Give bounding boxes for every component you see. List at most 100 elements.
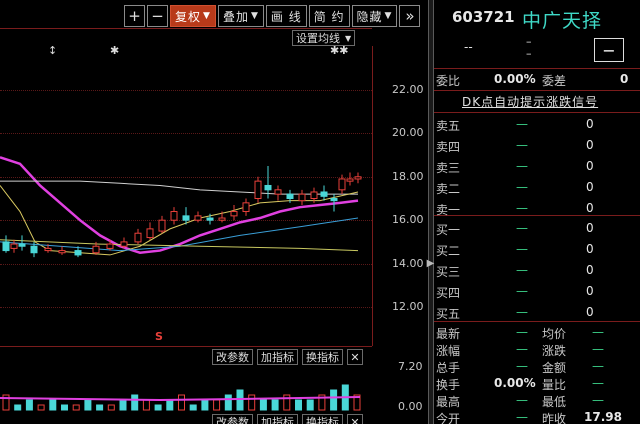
volume-bar [107, 404, 115, 411]
volume-bar [25, 399, 33, 411]
sell-level-label: 卖一 [436, 203, 461, 217]
buy-row[interactable]: 买一 — 0 [434, 220, 640, 238]
overlay-label: 叠加 [222, 9, 249, 24]
sell-volume: 0 [586, 180, 594, 194]
fuquan-button[interactable]: 复权 ▼ [170, 5, 216, 27]
candle-body [254, 180, 262, 199]
switch-indicator-button[interactable]: 换指标 [302, 349, 343, 365]
stat-label: 总手 [436, 361, 461, 375]
separator [434, 68, 640, 69]
zoom-in-button[interactable]: + [124, 5, 145, 27]
candle-body [354, 176, 362, 180]
price-tick-label: 20.00 [392, 126, 424, 139]
buy-level-label: 买二 [436, 244, 461, 258]
stat-label: 昨收 [542, 412, 567, 424]
stat-value: — [592, 359, 604, 373]
stat-label: 金额 [542, 361, 567, 375]
volume-bar [213, 399, 221, 411]
close-icon[interactable]: ✕ [347, 414, 363, 424]
change-params-button[interactable]: 改参数 [212, 349, 253, 365]
sell-price: — [516, 201, 528, 215]
candle-body [320, 191, 328, 197]
candle-body [330, 198, 338, 202]
weicha-label: 委差 [542, 74, 567, 88]
buy-row[interactable]: 买四 — 0 [434, 283, 640, 301]
change-params-button[interactable]: 改参数 [212, 414, 253, 424]
price-tick-label: 22.00 [392, 83, 424, 96]
sell-level-label: 卖三 [436, 161, 461, 175]
buy-price: — [516, 263, 528, 277]
volume-tick-label: 7.20 [398, 360, 423, 373]
close-icon[interactable]: ✕ [347, 349, 363, 365]
sell-row[interactable]: 卖五 — 0 [434, 116, 640, 134]
candle-body [218, 217, 226, 221]
volume-bar [49, 399, 57, 411]
volume-chart[interactable] [0, 364, 372, 414]
buy-level-label: 买四 [436, 286, 461, 300]
volume-bar [72, 404, 80, 411]
zoom-out-button[interactable]: − [147, 5, 168, 27]
candle-body [170, 211, 178, 221]
switch-indicator-button[interactable]: 换指标 [302, 414, 343, 424]
buy-level-label: 买三 [436, 265, 461, 279]
stat-value: — [516, 325, 528, 339]
buy-volume: 0 [586, 221, 594, 235]
buy-price: — [516, 221, 528, 235]
add-indicator-button[interactable]: 加指标 [257, 349, 298, 365]
stat-row: 今开 — 昨收 17.98 [434, 409, 640, 424]
volume-bar [224, 394, 232, 411]
candlestick-chart[interactable] [0, 46, 372, 346]
buy-volume: 0 [586, 242, 594, 256]
overlay-button[interactable]: 叠加 ▼ [217, 5, 264, 27]
stat-value: — [592, 376, 604, 390]
candle-body [206, 217, 214, 221]
dropdown-arrow-icon: ▼ [384, 11, 393, 21]
volume-bar [142, 399, 150, 411]
hide-button[interactable]: 隐藏 ▼ [351, 5, 398, 27]
hide-label: 隐藏 [356, 9, 383, 24]
candle-body [92, 245, 100, 254]
sell-volume: 0 [586, 117, 594, 131]
buy-row[interactable]: 买五 — 0 [434, 304, 640, 322]
price-tick-label: 18.00 [392, 170, 424, 183]
simple-mode-button[interactable]: 简 约 [308, 5, 350, 27]
candle-body [74, 250, 82, 256]
candle-body [242, 202, 250, 213]
stock-header: 603721 中广天择 [434, 6, 640, 32]
stat-value: — [516, 410, 528, 424]
collapse-arrow-icon[interactable]: ▶ [427, 252, 435, 274]
buy-price: — [516, 284, 528, 298]
collapse-button[interactable]: − [594, 38, 624, 62]
dk-signal-link[interactable]: DK点自动提示涨跌信号 [462, 93, 598, 110]
volume-bar [306, 399, 314, 411]
buy-level-label: 买一 [436, 223, 461, 237]
candle-body [346, 178, 354, 182]
sell-row[interactable]: 卖四 — 0 [434, 137, 640, 155]
volume-bar [259, 399, 267, 411]
stat-label: 换手 [436, 378, 461, 392]
volume-bar [37, 404, 45, 411]
sell-row[interactable]: 卖三 — 0 [434, 158, 640, 176]
sell-row[interactable]: 卖二 — 0 [434, 179, 640, 197]
draw-line-button[interactable]: 画 线 [265, 5, 307, 27]
sell-price: — [516, 159, 528, 173]
sell-level-label: 卖二 [436, 182, 461, 196]
signal-marker: ✱ [110, 44, 120, 57]
volume-bar [119, 399, 127, 411]
candle-body [120, 241, 128, 247]
volume-bar [14, 404, 22, 411]
add-indicator-button[interactable]: 加指标 [257, 414, 298, 424]
price-tick-label: 16.00 [392, 213, 424, 226]
signal-marker: ↕ [48, 44, 58, 57]
stat-value: — [516, 342, 528, 356]
sell-row[interactable]: 卖一 — 0 [434, 200, 640, 218]
buy-volume: 0 [586, 263, 594, 277]
buy-row[interactable]: 买二 — 0 [434, 241, 640, 259]
buy-row[interactable]: 买三 — 0 [434, 262, 640, 280]
candle-body [182, 215, 190, 221]
expand-more-icon[interactable]: » [399, 5, 421, 27]
volume-bar [271, 399, 279, 411]
candle-body [44, 247, 52, 252]
candle-body [158, 219, 166, 232]
candle-body [58, 250, 66, 254]
